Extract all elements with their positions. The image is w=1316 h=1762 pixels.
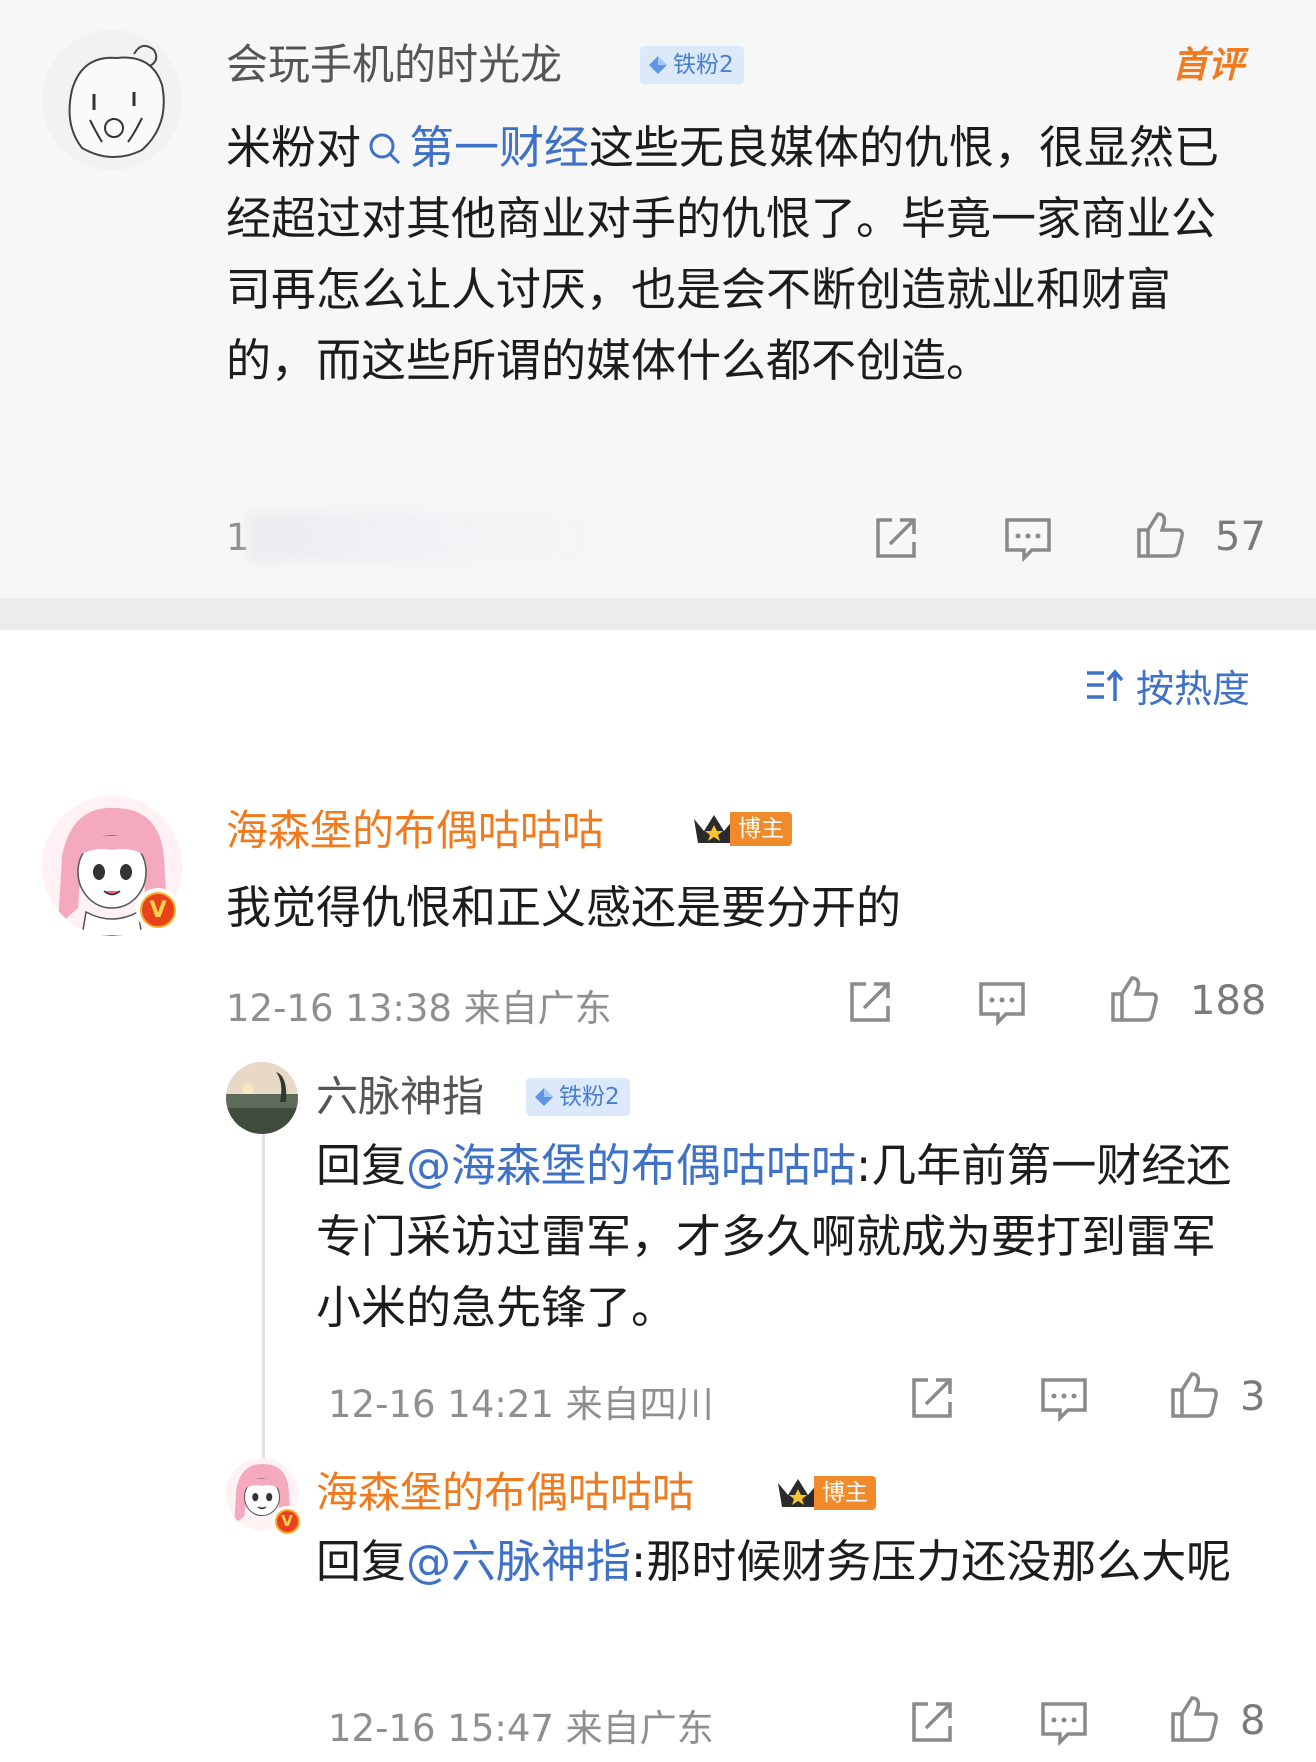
avatar[interactable] — [226, 1062, 298, 1134]
sort-icon — [1087, 669, 1124, 701]
fan-badge-label: 铁粉2 — [673, 52, 734, 78]
fan-badge[interactable]: 铁粉2 — [526, 1078, 630, 1116]
topic-link[interactable]: 第一财经 — [409, 121, 589, 174]
mention-link[interactable]: @六脉神指 — [406, 1535, 631, 1588]
repost-button[interactable] — [906, 1372, 958, 1424]
mention-link[interactable]: @海森堡的布偶咕咕咕 — [406, 1139, 856, 1192]
username[interactable]: 海森堡的布偶咕咕咕 — [316, 1472, 694, 1514]
repost-button[interactable] — [844, 976, 896, 1028]
reply-meta: 12-16 14:21 来自四川 — [328, 1383, 714, 1426]
comment-button[interactable] — [1002, 512, 1054, 564]
like-button[interactable] — [1134, 508, 1186, 560]
repost-icon — [912, 1378, 952, 1418]
comment-button[interactable] — [1038, 1372, 1090, 1424]
comment-icon — [1041, 1378, 1087, 1423]
verified-icon: V — [136, 888, 180, 932]
first-comment-tag: 首评 — [1172, 45, 1245, 86]
repost-icon — [912, 1702, 952, 1742]
sort-label: 按热度 — [1136, 666, 1251, 711]
host-badge-label: 博主 — [730, 812, 792, 846]
avatar[interactable] — [42, 30, 182, 170]
comment-text: 米粉对 第一财经这些无良媒体的仇恨，很显然已经超过对其他商业对手的仇恨了。毕竟一家… — [226, 112, 1246, 396]
username[interactable]: 会玩手机的时光龙 — [226, 44, 562, 86]
like-button[interactable] — [1168, 1368, 1220, 1420]
fan-badge-label: 铁粉2 — [559, 1084, 620, 1110]
avatar-doodle — [42, 30, 182, 170]
comment-icon — [1041, 1702, 1087, 1747]
diamond-icon — [535, 1088, 553, 1106]
section-divider — [0, 598, 1316, 630]
comment-text: 我觉得仇恨和正义感还是要分开的 — [226, 881, 902, 934]
host-badge-label: 博主 — [814, 1476, 876, 1510]
like-count: 3 — [1240, 1374, 1266, 1420]
like-icon — [1171, 1372, 1218, 1418]
username[interactable]: 六脉神指 — [316, 1076, 484, 1118]
repost-button[interactable] — [870, 512, 922, 564]
reply-prefix: 回复 — [316, 1139, 407, 1192]
fan-badge[interactable]: 铁粉2 — [640, 46, 744, 84]
comment-meta: 1 — [226, 516, 250, 559]
comment-text-before: 米粉对 — [226, 121, 362, 174]
search-icon — [369, 133, 401, 165]
like-count: 188 — [1190, 978, 1267, 1024]
reply-text: 回复@六脉神指:那时候财务压力还没那么大呢 — [316, 1526, 1246, 1597]
comment-meta: 12-16 13:38 来自广东 — [226, 987, 612, 1030]
thread-line — [262, 1116, 265, 1461]
sort-toggle[interactable]: 按热度 — [1084, 660, 1251, 711]
host-badge: 博主 — [774, 1474, 876, 1512]
like-icon — [1171, 1696, 1218, 1742]
comment-icon — [1005, 518, 1051, 563]
like-button[interactable] — [1168, 1692, 1220, 1744]
like-icon — [1111, 976, 1158, 1022]
reply-meta: 12-16 15:47 来自广东 — [328, 1707, 714, 1750]
username[interactable]: 海森堡的布偶咕咕咕 — [226, 810, 604, 852]
like-count: 8 — [1240, 1698, 1266, 1744]
repost-button[interactable] — [906, 1696, 958, 1748]
reply-body: :那时候财务压力还没那么大呢 — [631, 1535, 1232, 1588]
host-badge: 博主 — [690, 810, 792, 848]
like-icon — [1137, 512, 1184, 558]
repost-icon — [876, 518, 916, 558]
diamond-icon — [649, 56, 667, 74]
reply-prefix: 回复 — [316, 1535, 407, 1588]
comment-button[interactable] — [1038, 1696, 1090, 1748]
comment-button[interactable] — [976, 976, 1028, 1028]
comment-icon — [979, 982, 1025, 1027]
verified-icon: V — [272, 1506, 302, 1536]
like-count: 57 — [1215, 514, 1266, 560]
repost-icon — [850, 982, 890, 1022]
reply-text: 回复@海森堡的布偶咕咕咕:几年前第一财经还专门采访过雷军，才多久啊就成为要打到雷… — [316, 1130, 1246, 1343]
like-button[interactable] — [1108, 972, 1160, 1024]
blurred-meta — [248, 512, 648, 562]
avatar-landscape — [226, 1062, 298, 1134]
